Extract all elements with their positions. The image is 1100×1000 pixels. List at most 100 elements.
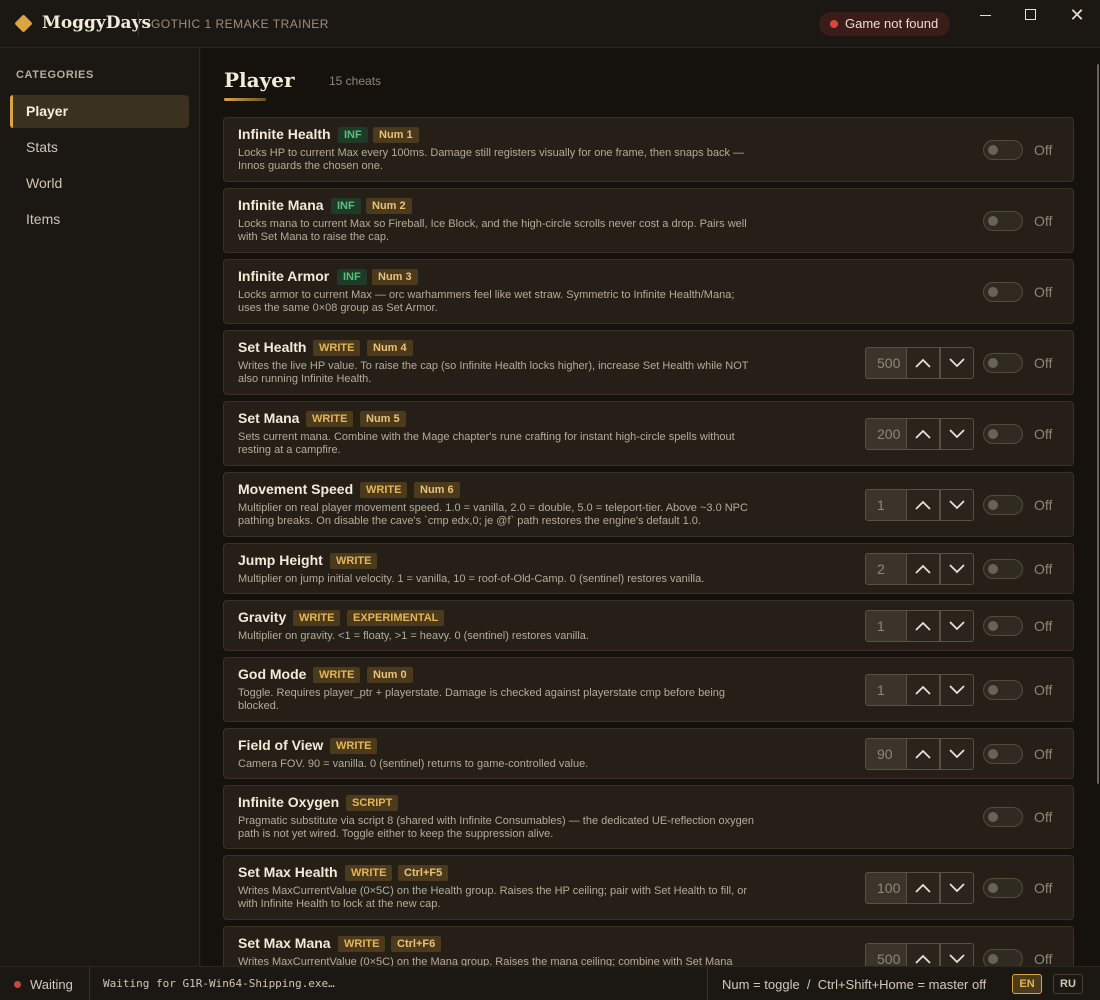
- increment-button[interactable]: [906, 610, 940, 642]
- cheat-toggle[interactable]: [983, 211, 1023, 231]
- cheat-description: Multiplier on real player movement speed…: [238, 502, 748, 527]
- cheat-card-infinite-mana: Infinite Mana INF Num 2 Locks mana to curre…: [223, 188, 1074, 253]
- cheat-name: Movement Speed: [238, 481, 354, 497]
- logo-diamond-icon: [14, 14, 33, 33]
- decrement-button[interactable]: [940, 418, 974, 450]
- decrement-button[interactable]: [940, 553, 974, 585]
- cheat-description: Writes MaxCurrentValue (0×5C) on the Man…: [238, 956, 733, 966]
- cheat-card-god-mode: God Mode WRITE Num 0 Toggle. Requires playe…: [223, 657, 1074, 722]
- title-underline: [224, 98, 266, 101]
- cheat-card-set-max-mana: Set Max Mana WRITE Ctrl+F6 Writes MaxCurren…: [223, 926, 1074, 966]
- cheat-toggle[interactable]: [983, 680, 1023, 700]
- scrollbar-thumb[interactable]: [1097, 64, 1099, 784]
- value-input[interactable]: 2: [865, 553, 907, 585]
- decrement-button[interactable]: [940, 738, 974, 770]
- toggle-knob: [988, 500, 998, 510]
- minimize-button[interactable]: [963, 0, 1009, 32]
- toggle-state-label: Off: [1034, 497, 1053, 513]
- value-input[interactable]: 500: [865, 347, 907, 379]
- cheat-name: God Mode: [238, 666, 307, 682]
- value-input[interactable]: 1: [865, 610, 907, 642]
- cheat-tag: Num 3: [372, 269, 418, 285]
- cheat-toggle[interactable]: [983, 282, 1023, 302]
- cheat-name: Infinite Health: [238, 126, 331, 142]
- sidebar-item-items[interactable]: Items: [10, 203, 189, 236]
- cheat-tag: WRITE: [360, 482, 408, 498]
- value-input[interactable]: 90: [865, 738, 907, 770]
- cheat-toggle[interactable]: [983, 559, 1023, 579]
- increment-button[interactable]: [906, 943, 940, 966]
- language-en-button[interactable]: EN: [1012, 974, 1042, 994]
- increment-button[interactable]: [906, 489, 940, 521]
- value-input[interactable]: 100: [865, 872, 907, 904]
- increment-button[interactable]: [906, 347, 940, 379]
- sidebar-item-world[interactable]: World: [10, 167, 189, 200]
- value-input[interactable]: 1: [865, 489, 907, 521]
- decrement-button[interactable]: [940, 610, 974, 642]
- cheat-toggle[interactable]: [983, 744, 1023, 764]
- cheat-description: Locks HP to current Max every 100ms. Dam…: [238, 147, 745, 172]
- cheat-description: Pragmatic substitute via script 8 (share…: [238, 815, 755, 840]
- cheat-tag: EXPERIMENTAL: [347, 610, 445, 626]
- sidebar-item-player[interactable]: Player: [10, 95, 189, 128]
- sidebar-item-stats[interactable]: Stats: [10, 131, 189, 164]
- increment-button[interactable]: [906, 553, 940, 585]
- cheat-name: Jump Height: [238, 552, 323, 568]
- cheat-name: Infinite Oxygen: [238, 794, 340, 810]
- cheat-name: Set Health: [238, 339, 307, 355]
- cheat-tag: Num 5: [360, 411, 406, 427]
- maximize-button[interactable]: [1008, 0, 1054, 32]
- game-status-text: Game not found: [845, 16, 939, 31]
- cheat-description: Multiplier on gravity. <1 = floaty, >1 =…: [238, 630, 589, 642]
- increment-button[interactable]: [906, 872, 940, 904]
- cheat-name: Field of View: [238, 737, 324, 753]
- page-title: Player: [224, 68, 295, 92]
- cheat-tag: INF: [337, 269, 367, 285]
- toggle-knob: [988, 883, 998, 893]
- cheat-toggle[interactable]: [983, 949, 1023, 966]
- decrement-button[interactable]: [940, 674, 974, 706]
- toggle-state-label: Off: [1034, 213, 1053, 229]
- cheat-tag: SCRIPT: [346, 795, 399, 811]
- sidebar: CATEGORIES Player Stats World Items: [0, 48, 200, 966]
- cheat-name: Set Max Health: [238, 864, 338, 880]
- title-bar: MoggyDays GOTHIC 1 REMAKE TRAINER Game n…: [0, 0, 1100, 48]
- decrement-button[interactable]: [940, 489, 974, 521]
- toggle-knob: [988, 749, 998, 759]
- cheat-description: Writes MaxCurrentValue (0×5C) on the Hea…: [238, 885, 747, 910]
- decrement-button[interactable]: [940, 943, 974, 966]
- cheat-toggle[interactable]: [983, 140, 1023, 160]
- cheat-toggle[interactable]: [983, 807, 1023, 827]
- decrement-button[interactable]: [940, 872, 974, 904]
- cheat-description: Writes the live HP value. To raise the c…: [238, 360, 749, 385]
- toggle-state-label: Off: [1034, 880, 1053, 896]
- cheat-toggle[interactable]: [983, 616, 1023, 636]
- cheat-toggle[interactable]: [983, 495, 1023, 515]
- value-input[interactable]: 200: [865, 418, 907, 450]
- cheat-toggle[interactable]: [983, 353, 1023, 373]
- status-bar: Waiting Waiting for G1R-Win64-Shipping.e…: [0, 966, 1100, 1000]
- cheat-count: 15 cheats: [329, 74, 382, 88]
- increment-button[interactable]: [906, 418, 940, 450]
- value-input[interactable]: 1: [865, 674, 907, 706]
- close-button[interactable]: ✕: [1054, 0, 1100, 32]
- cheat-name: Gravity: [238, 609, 287, 625]
- cheat-card-set-mana: Set Mana WRITE Num 5 Sets current mana. Com…: [223, 401, 1074, 466]
- cheat-tag: Num 6: [414, 482, 460, 498]
- decrement-button[interactable]: [940, 347, 974, 379]
- cheat-toggle[interactable]: [983, 878, 1023, 898]
- value-input[interactable]: 500: [865, 943, 907, 966]
- status-dot-icon: [830, 20, 838, 28]
- cheat-card-set-health: Set Health WRITE Num 4 Writes the live HP v…: [223, 330, 1074, 395]
- language-ru-button[interactable]: RU: [1053, 974, 1083, 994]
- cheat-tag: WRITE: [313, 340, 361, 356]
- sidebar-item-label: Items: [26, 211, 61, 227]
- cheat-toggle[interactable]: [983, 424, 1023, 444]
- toggle-state-label: Off: [1034, 951, 1053, 966]
- cheat-tag: Ctrl+F5: [398, 865, 449, 881]
- increment-button[interactable]: [906, 674, 940, 706]
- increment-button[interactable]: [906, 738, 940, 770]
- status-divider: [707, 967, 708, 1000]
- cheat-tag: INF: [331, 198, 361, 214]
- hotkey-hint: Num = toggle / Ctrl+Shift+Home = master …: [722, 977, 987, 992]
